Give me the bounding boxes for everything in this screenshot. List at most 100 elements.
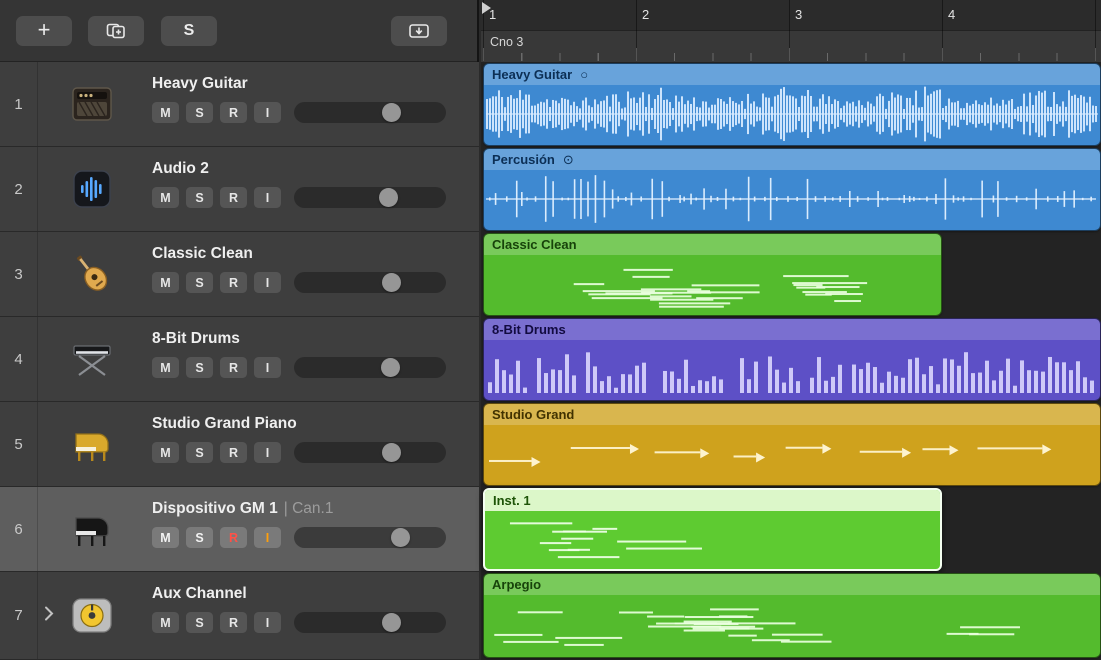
- record-enable-button[interactable]: R: [220, 102, 247, 123]
- volume-slider[interactable]: [294, 527, 446, 548]
- track-number: 6: [0, 487, 38, 571]
- volume-knob: [379, 188, 398, 207]
- volume-slider[interactable]: [294, 612, 446, 633]
- playhead-marker[interactable]: [482, 2, 491, 14]
- track-number: 4: [0, 317, 38, 401]
- mute-button[interactable]: M: [152, 272, 179, 293]
- track-name: Classic Clean: [152, 245, 253, 263]
- mute-button[interactable]: M: [152, 357, 179, 378]
- hide-track-button[interactable]: [391, 16, 447, 46]
- input-monitor-button[interactable]: I: [254, 612, 281, 633]
- disclosure-chevron[interactable]: [44, 605, 54, 626]
- record-enable-button[interactable]: R: [220, 272, 247, 293]
- volume-slider[interactable]: [294, 187, 446, 208]
- region-studio-grand[interactable]: Studio Grand: [483, 403, 1101, 486]
- volume-slider[interactable]: [294, 272, 446, 293]
- add-track-button[interactable]: +: [16, 16, 72, 46]
- volume-slider[interactable]: [294, 357, 446, 378]
- region-inst-1[interactable]: Inst. 1: [483, 488, 942, 571]
- mute-button[interactable]: M: [152, 612, 179, 633]
- track-header-toolbar: + S: [0, 0, 477, 62]
- record-enable-button[interactable]: R: [220, 442, 247, 463]
- volume-knob: [382, 443, 401, 462]
- track-name: Studio Grand Piano: [152, 415, 297, 433]
- electric-guitar-icon: [69, 251, 115, 297]
- track-number: 7: [0, 572, 38, 659]
- region-name: 8-Bit Drums: [484, 319, 1100, 340]
- track-header-panel: + S 1: [0, 0, 479, 660]
- midi-notes: [487, 511, 938, 567]
- keyboard-stand-icon: [69, 337, 115, 381]
- volume-knob: [381, 358, 400, 377]
- timeline-ruler[interactable]: 1 2 3 4 Cno 3: [481, 0, 1101, 62]
- audio-waveform: [486, 85, 1098, 143]
- record-enable-button[interactable]: R: [220, 187, 247, 208]
- region-name: Studio Grand: [484, 404, 1100, 425]
- input-monitor-button[interactable]: I: [254, 187, 281, 208]
- track-header-6[interactable]: 6 Dispositivo GM 1| Can.1 M S R I: [0, 487, 479, 572]
- arrange-area: 1 2 3 4 Cno 3 Heavy Guitar○ Percusión⊙: [481, 0, 1101, 660]
- track-header-2[interactable]: 2 Audio 2 M S R I: [0, 147, 479, 232]
- region-name: Arpegio: [484, 574, 1100, 595]
- region-name: Percusión⊙: [484, 149, 1100, 170]
- duplicate-track-icon: [106, 23, 126, 39]
- track-number: 3: [0, 232, 38, 316]
- track-header-4[interactable]: 4 8-Bit Drums M S R I: [0, 317, 479, 402]
- track-header-5[interactable]: 5 Studio Grand Piano M S R I: [0, 402, 479, 487]
- midi-notes: [486, 340, 1098, 398]
- input-monitor-button[interactable]: I: [254, 102, 281, 123]
- audio-waveform: [486, 170, 1098, 228]
- track-header-7[interactable]: 7 Aux Channel M S R: [0, 572, 479, 660]
- gold-piano-icon: [69, 422, 115, 466]
- track-channel-suffix: | Can.1: [284, 500, 334, 517]
- record-enable-button[interactable]: R: [220, 612, 247, 633]
- duplicate-track-button[interactable]: [88, 16, 144, 46]
- guitar-amp-icon: [69, 83, 115, 125]
- region-classic-clean[interactable]: Classic Clean: [483, 233, 942, 316]
- mute-button[interactable]: M: [152, 102, 179, 123]
- mute-button[interactable]: M: [152, 527, 179, 548]
- volume-slider[interactable]: [294, 102, 446, 123]
- region-name: Inst. 1: [485, 490, 940, 511]
- volume-knob: [382, 103, 401, 122]
- volume-knob: [391, 528, 410, 547]
- track-number: 5: [0, 402, 38, 486]
- track-name: 8-Bit Drums: [152, 330, 240, 348]
- volume-slider[interactable]: [294, 442, 446, 463]
- region-percusion[interactable]: Percusión⊙: [483, 148, 1101, 231]
- solo-button[interactable]: S: [186, 187, 213, 208]
- track-name: Audio 2: [152, 160, 209, 178]
- region-arpegio[interactable]: Arpegio: [483, 573, 1101, 658]
- midi-notes: [486, 255, 939, 313]
- region-8bit-drums[interactable]: 8-Bit Drums: [483, 318, 1101, 401]
- loop-badge-icon: ○: [580, 67, 588, 82]
- input-monitor-button[interactable]: I: [254, 272, 281, 293]
- toolbar-solo-button[interactable]: S: [161, 16, 217, 46]
- input-monitor-button[interactable]: I: [254, 527, 281, 548]
- record-enable-button[interactable]: R: [220, 357, 247, 378]
- volume-knob: [382, 273, 401, 292]
- track-header-1[interactable]: 1 Heavy Guitar M S R I: [0, 62, 479, 147]
- record-enable-button[interactable]: R: [220, 527, 247, 548]
- input-monitor-button[interactable]: I: [254, 357, 281, 378]
- region-heavy-guitar[interactable]: Heavy Guitar○: [483, 63, 1101, 146]
- solo-button[interactable]: S: [186, 102, 213, 123]
- mute-button[interactable]: M: [152, 442, 179, 463]
- hide-track-icon: [408, 22, 430, 40]
- audio-waveform-icon: [71, 168, 113, 210]
- volume-knob: [382, 613, 401, 632]
- mute-button[interactable]: M: [152, 187, 179, 208]
- track-name: Heavy Guitar: [152, 75, 254, 93]
- solo-button[interactable]: S: [186, 442, 213, 463]
- solo-button[interactable]: S: [186, 272, 213, 293]
- track-header-3[interactable]: 3 Classic Clean M S R: [0, 232, 479, 317]
- midi-notes: [486, 425, 1098, 483]
- solo-button[interactable]: S: [186, 612, 213, 633]
- logic-track-area: + S 1: [0, 0, 1101, 660]
- track-number: 1: [0, 62, 38, 146]
- solo-button[interactable]: S: [186, 357, 213, 378]
- grand-piano-icon: [69, 507, 115, 551]
- input-monitor-button[interactable]: I: [254, 442, 281, 463]
- track-number: 2: [0, 147, 38, 231]
- solo-button[interactable]: S: [186, 527, 213, 548]
